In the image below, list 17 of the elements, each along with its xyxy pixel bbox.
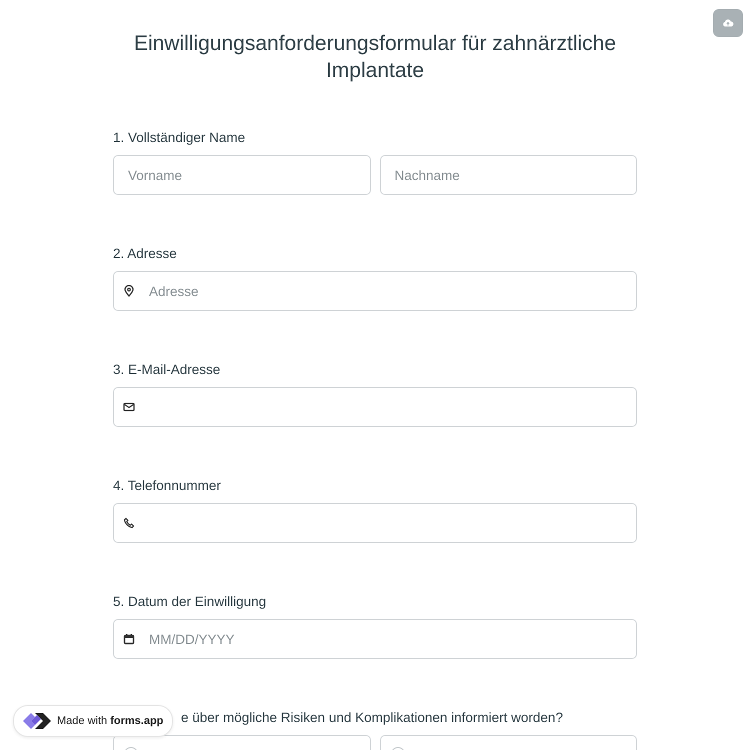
badge-text: Made with forms.app — [57, 715, 164, 727]
input-field[interactable]: Nachname — [380, 155, 637, 195]
question-label: e über mögliche Risiken und Komplikationen informiert worden? — [181, 709, 563, 726]
form-title: Einwilligungsanforderungsformular für zahnärztliche Implantate — [132, 31, 618, 84]
cloud-upload-button[interactable] — [713, 9, 743, 37]
input-field[interactable]: MM/DD/YYYY — [113, 619, 637, 659]
input-field[interactable] — [113, 503, 637, 543]
question-label: 3. E-Mail-Adresse — [113, 361, 222, 378]
question-label: 1. Vollständiger Name — [113, 129, 246, 146]
made-with-badge[interactable]: Made with forms.app — [13, 705, 174, 737]
input-field[interactable]: Adresse — [113, 271, 637, 311]
question-label: 5. Datum der Einwilligung — [113, 593, 268, 610]
input-field[interactable] — [113, 387, 637, 427]
cloud-upload-icon — [722, 18, 734, 28]
input-field[interactable]: Vorname — [113, 155, 370, 195]
question-label: 2. Adresse — [113, 245, 178, 262]
question-label: 4. Telefonnummer — [113, 477, 222, 494]
